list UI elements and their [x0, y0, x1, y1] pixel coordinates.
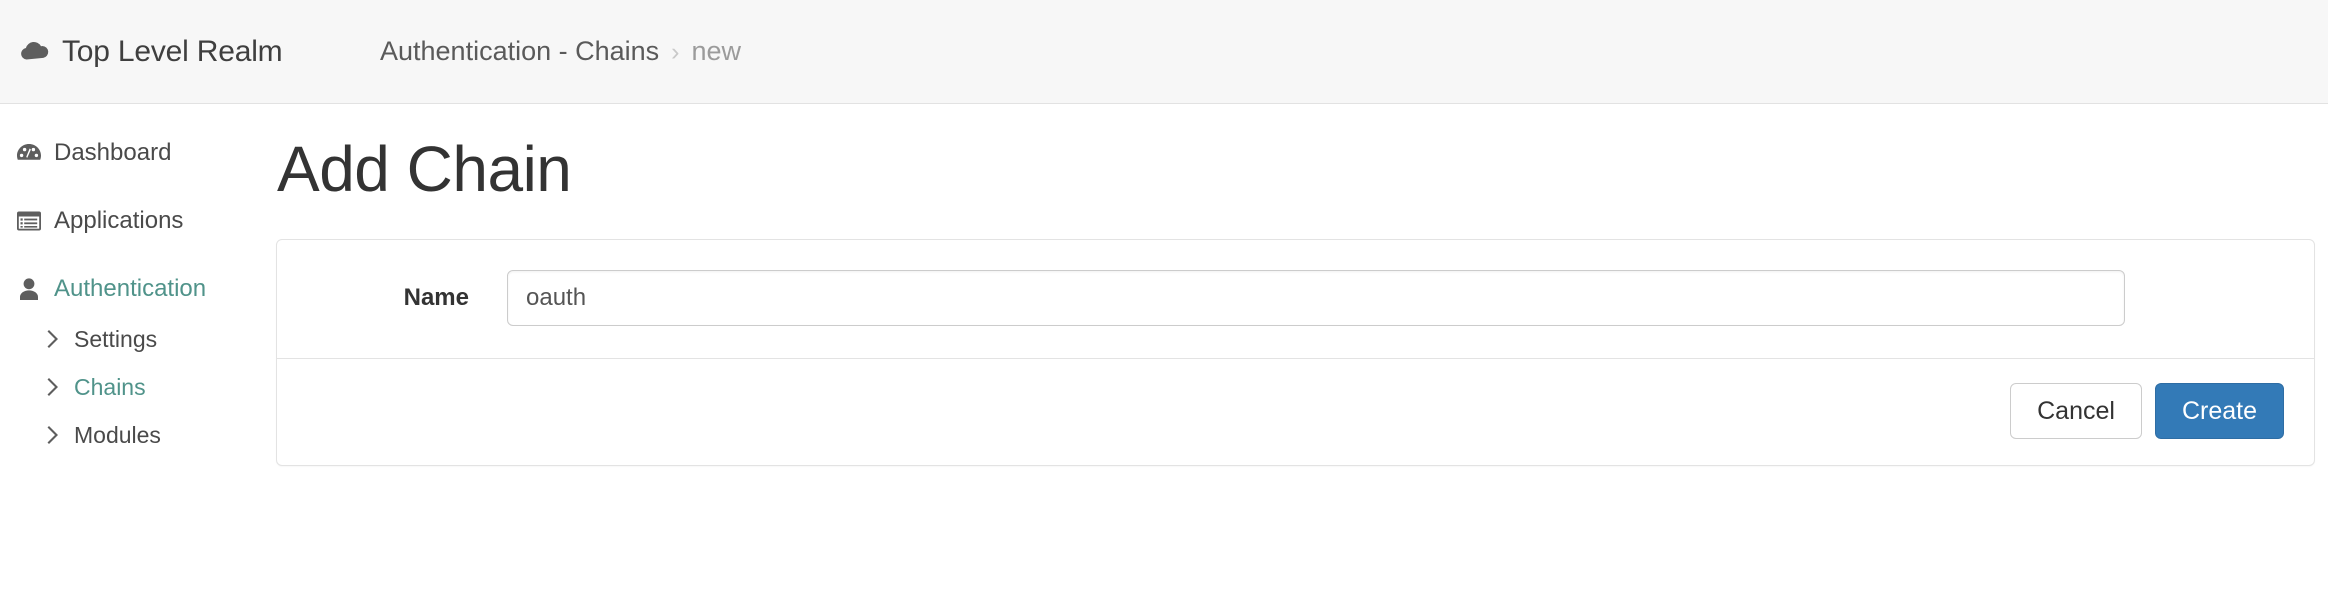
- sidebar-item-authentication-label: Authentication: [54, 274, 207, 302]
- page-layout: Dashboard Applications Authentication Se…: [0, 104, 2328, 467]
- sidebar-nav: Dashboard Applications Authentication Se…: [0, 104, 276, 455]
- sidebar-item-dashboard-label: Dashboard: [54, 138, 172, 166]
- sidebar-item-dashboard[interactable]: Dashboard: [0, 130, 276, 175]
- sidebar-item-chains[interactable]: Chains: [0, 367, 276, 407]
- applications-window-icon: [14, 208, 44, 234]
- sidebar-item-settings[interactable]: Settings: [0, 319, 276, 359]
- add-chain-form-card: Name Cancel Create: [276, 238, 2315, 467]
- sidebar-item-applications-label: Applications: [54, 206, 184, 234]
- sidebar-item-settings-label: Settings: [74, 325, 158, 352]
- sidebar-item-modules[interactable]: Modules: [0, 415, 276, 455]
- sidebar-item-chains-label: Chains: [74, 373, 146, 400]
- chevron-right-icon: [40, 328, 66, 350]
- brand-realm-label: Top Level Realm: [62, 34, 283, 68]
- breadcrumb-parent-link[interactable]: Authentication - Chains: [380, 36, 659, 67]
- create-button[interactable]: Create: [2154, 382, 2284, 440]
- main-content: Add Chain Name Cancel Create: [276, 104, 2328, 467]
- cloud-icon: [18, 35, 52, 69]
- sidebar-item-authentication[interactable]: Authentication: [0, 266, 276, 311]
- cancel-button[interactable]: Cancel: [2010, 382, 2142, 440]
- form-body: Name: [277, 240, 2314, 358]
- top-header-bar: Top Level Realm Authentication - Chains …: [0, 0, 2328, 104]
- chevron-right-icon: ›: [671, 38, 680, 66]
- page-title: Add Chain: [277, 133, 572, 205]
- name-input[interactable]: [507, 269, 2125, 326]
- dashboard-gauge-icon: [14, 140, 44, 166]
- chevron-right-icon: [40, 424, 66, 446]
- name-field-label: Name: [403, 283, 469, 311]
- breadcrumb-current: new: [691, 36, 742, 66]
- sidebar-item-modules-label: Modules: [74, 421, 161, 448]
- breadcrumb: Authentication - Chains › new: [380, 36, 741, 67]
- brand-realm-link[interactable]: Top Level Realm: [0, 35, 380, 69]
- authentication-user-icon: [14, 276, 44, 302]
- chevron-right-icon: [40, 376, 66, 398]
- form-actions-footer: Cancel Create: [277, 357, 2314, 466]
- sidebar-item-applications[interactable]: Applications: [0, 198, 276, 243]
